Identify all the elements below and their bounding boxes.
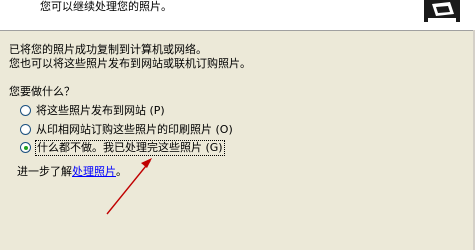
header-subtitle: 您可以继续处理您的照片。: [40, 0, 172, 13]
radio-button[interactable]: [20, 105, 31, 116]
status-line-2: 您也可以将这些照片发布到网站或联机订购照片。: [9, 57, 251, 70]
annotation-arrow-head: [141, 158, 152, 168]
radio-button-selected[interactable]: [20, 142, 31, 153]
wizard-printer-icon: [418, 0, 464, 26]
option-label[interactable]: 从印相网站订购这些照片的印刷照片 (O): [36, 123, 233, 137]
wizard-header: 您可以继续处理您的照片。: [0, 0, 475, 31]
learn-more-line: 进一步了解处理照片。: [17, 165, 127, 179]
learn-more-prefix: 进一步了解: [17, 165, 72, 178]
radio-button[interactable]: [20, 124, 31, 135]
option-label[interactable]: 将这些照片发布到网站 (P): [36, 104, 165, 118]
question-label: 您要做什么？: [9, 85, 75, 98]
learn-more-suffix: 。: [116, 165, 127, 178]
status-line-1: 已将您的照片成功复制到计算机或网络。: [9, 43, 207, 56]
option-label[interactable]: 什么都不做。我已处理完这些照片 (G): [35, 140, 225, 156]
learn-more-link[interactable]: 处理照片: [72, 165, 116, 178]
